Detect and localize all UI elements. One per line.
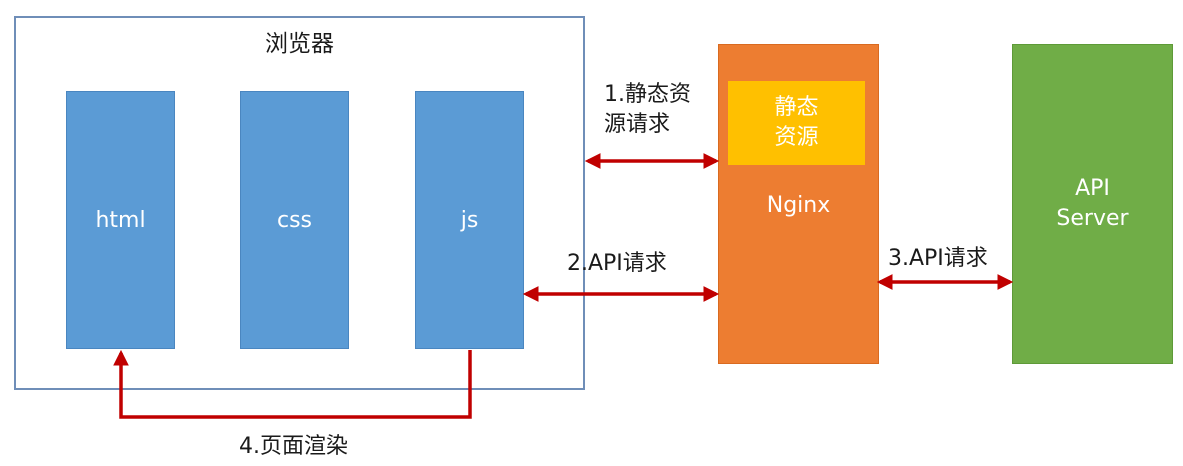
arrows-layer (113, 153, 1014, 419)
page-render-arrow (113, 349, 472, 419)
